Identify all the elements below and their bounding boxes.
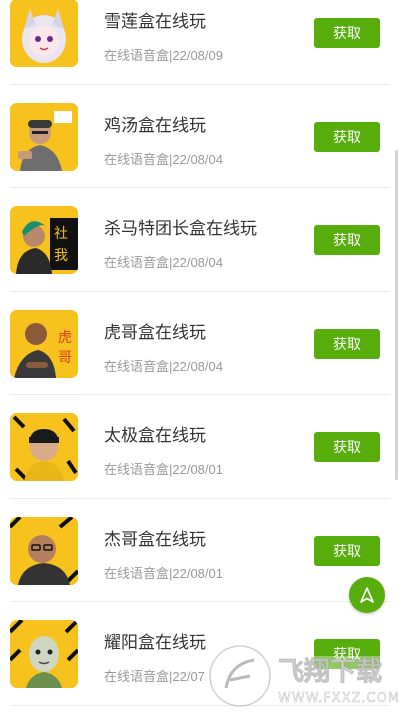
- item-thumbnail: 虎 哥: [10, 309, 78, 378]
- item-title[interactable]: 杀马特团长盒在线玩: [104, 214, 257, 239]
- get-button[interactable]: 获取: [314, 432, 380, 462]
- item-title[interactable]: 杰哥盒在线玩: [104, 525, 206, 550]
- item-meta: 在线语音盒|22/08/04: [104, 151, 223, 167]
- item-title[interactable]: 雪莲盒在线玩: [104, 7, 206, 32]
- item-title[interactable]: 虎哥盒在线玩: [104, 318, 206, 343]
- item-title[interactable]: 鸡汤盒在线玩: [104, 111, 206, 136]
- list-item[interactable]: 太极盒在线玩 在线语音盒|22/08/01 获取: [10, 395, 390, 499]
- list-item[interactable]: 虎 哥 虎哥盒在线玩 在线语音盒|22/08/04 获取: [10, 292, 390, 395]
- svg-text:社: 社: [54, 226, 68, 242]
- list-item[interactable]: 雪莲盒在线玩 在线语音盒|22/08/09 获取: [10, 0, 390, 85]
- item-thumbnail: 社 我: [10, 206, 78, 274]
- get-button[interactable]: 获取: [314, 639, 380, 669]
- list-item[interactable]: 杰哥盒在线玩 在线语音盒|22/08/01 获取: [10, 499, 390, 602]
- get-button[interactable]: 获取: [314, 18, 380, 48]
- item-meta: 在线语音盒|22/08/04: [104, 255, 223, 270]
- svg-text:我: 我: [54, 248, 68, 264]
- voice-box-list: 雪莲盒在线玩 在线语音盒|22/08/09 获取 鸡汤盒在线玩 在线语音盒|22…: [0, 0, 400, 706]
- get-button[interactable]: 获取: [314, 121, 380, 152]
- list-item[interactable]: 耀阳盒在线玩 在线语音盒|22/07 获取: [10, 602, 390, 706]
- item-meta: 在线语音盒|22/07: [104, 669, 205, 684]
- item-meta: 在线语音盒|22/08/09: [104, 48, 223, 63]
- svg-text:哥: 哥: [58, 350, 72, 366]
- scrollbar[interactable]: [395, 150, 398, 480]
- item-thumbnail: [10, 620, 78, 688]
- list-item[interactable]: 社 我 杀马特团长盒在线玩 在线语音盒|22/08/04 获取: [10, 188, 390, 292]
- item-thumbnail: [10, 102, 78, 171]
- item-thumbnail: [10, 0, 78, 67]
- item-title[interactable]: 太极盒在线玩: [104, 421, 206, 446]
- item-meta: 在线语音盒|22/08/01: [104, 565, 223, 581]
- svg-text:虎: 虎: [58, 330, 72, 346]
- item-meta: 在线语音盒|22/08/01: [104, 462, 223, 477]
- back-to-top-button[interactable]: [349, 577, 385, 613]
- item-title[interactable]: 耀阳盒在线玩: [104, 628, 206, 653]
- list-item[interactable]: 鸡汤盒在线玩 在线语音盒|22/08/04 获取: [10, 85, 390, 188]
- get-button[interactable]: 获取: [314, 328, 380, 359]
- get-button[interactable]: 获取: [314, 225, 380, 255]
- item-thumbnail: [10, 413, 78, 481]
- item-meta: 在线语音盒|22/08/04: [104, 358, 223, 374]
- item-thumbnail: [10, 516, 78, 585]
- navigation-arrow-icon: [360, 587, 374, 603]
- get-button[interactable]: 获取: [314, 535, 380, 566]
